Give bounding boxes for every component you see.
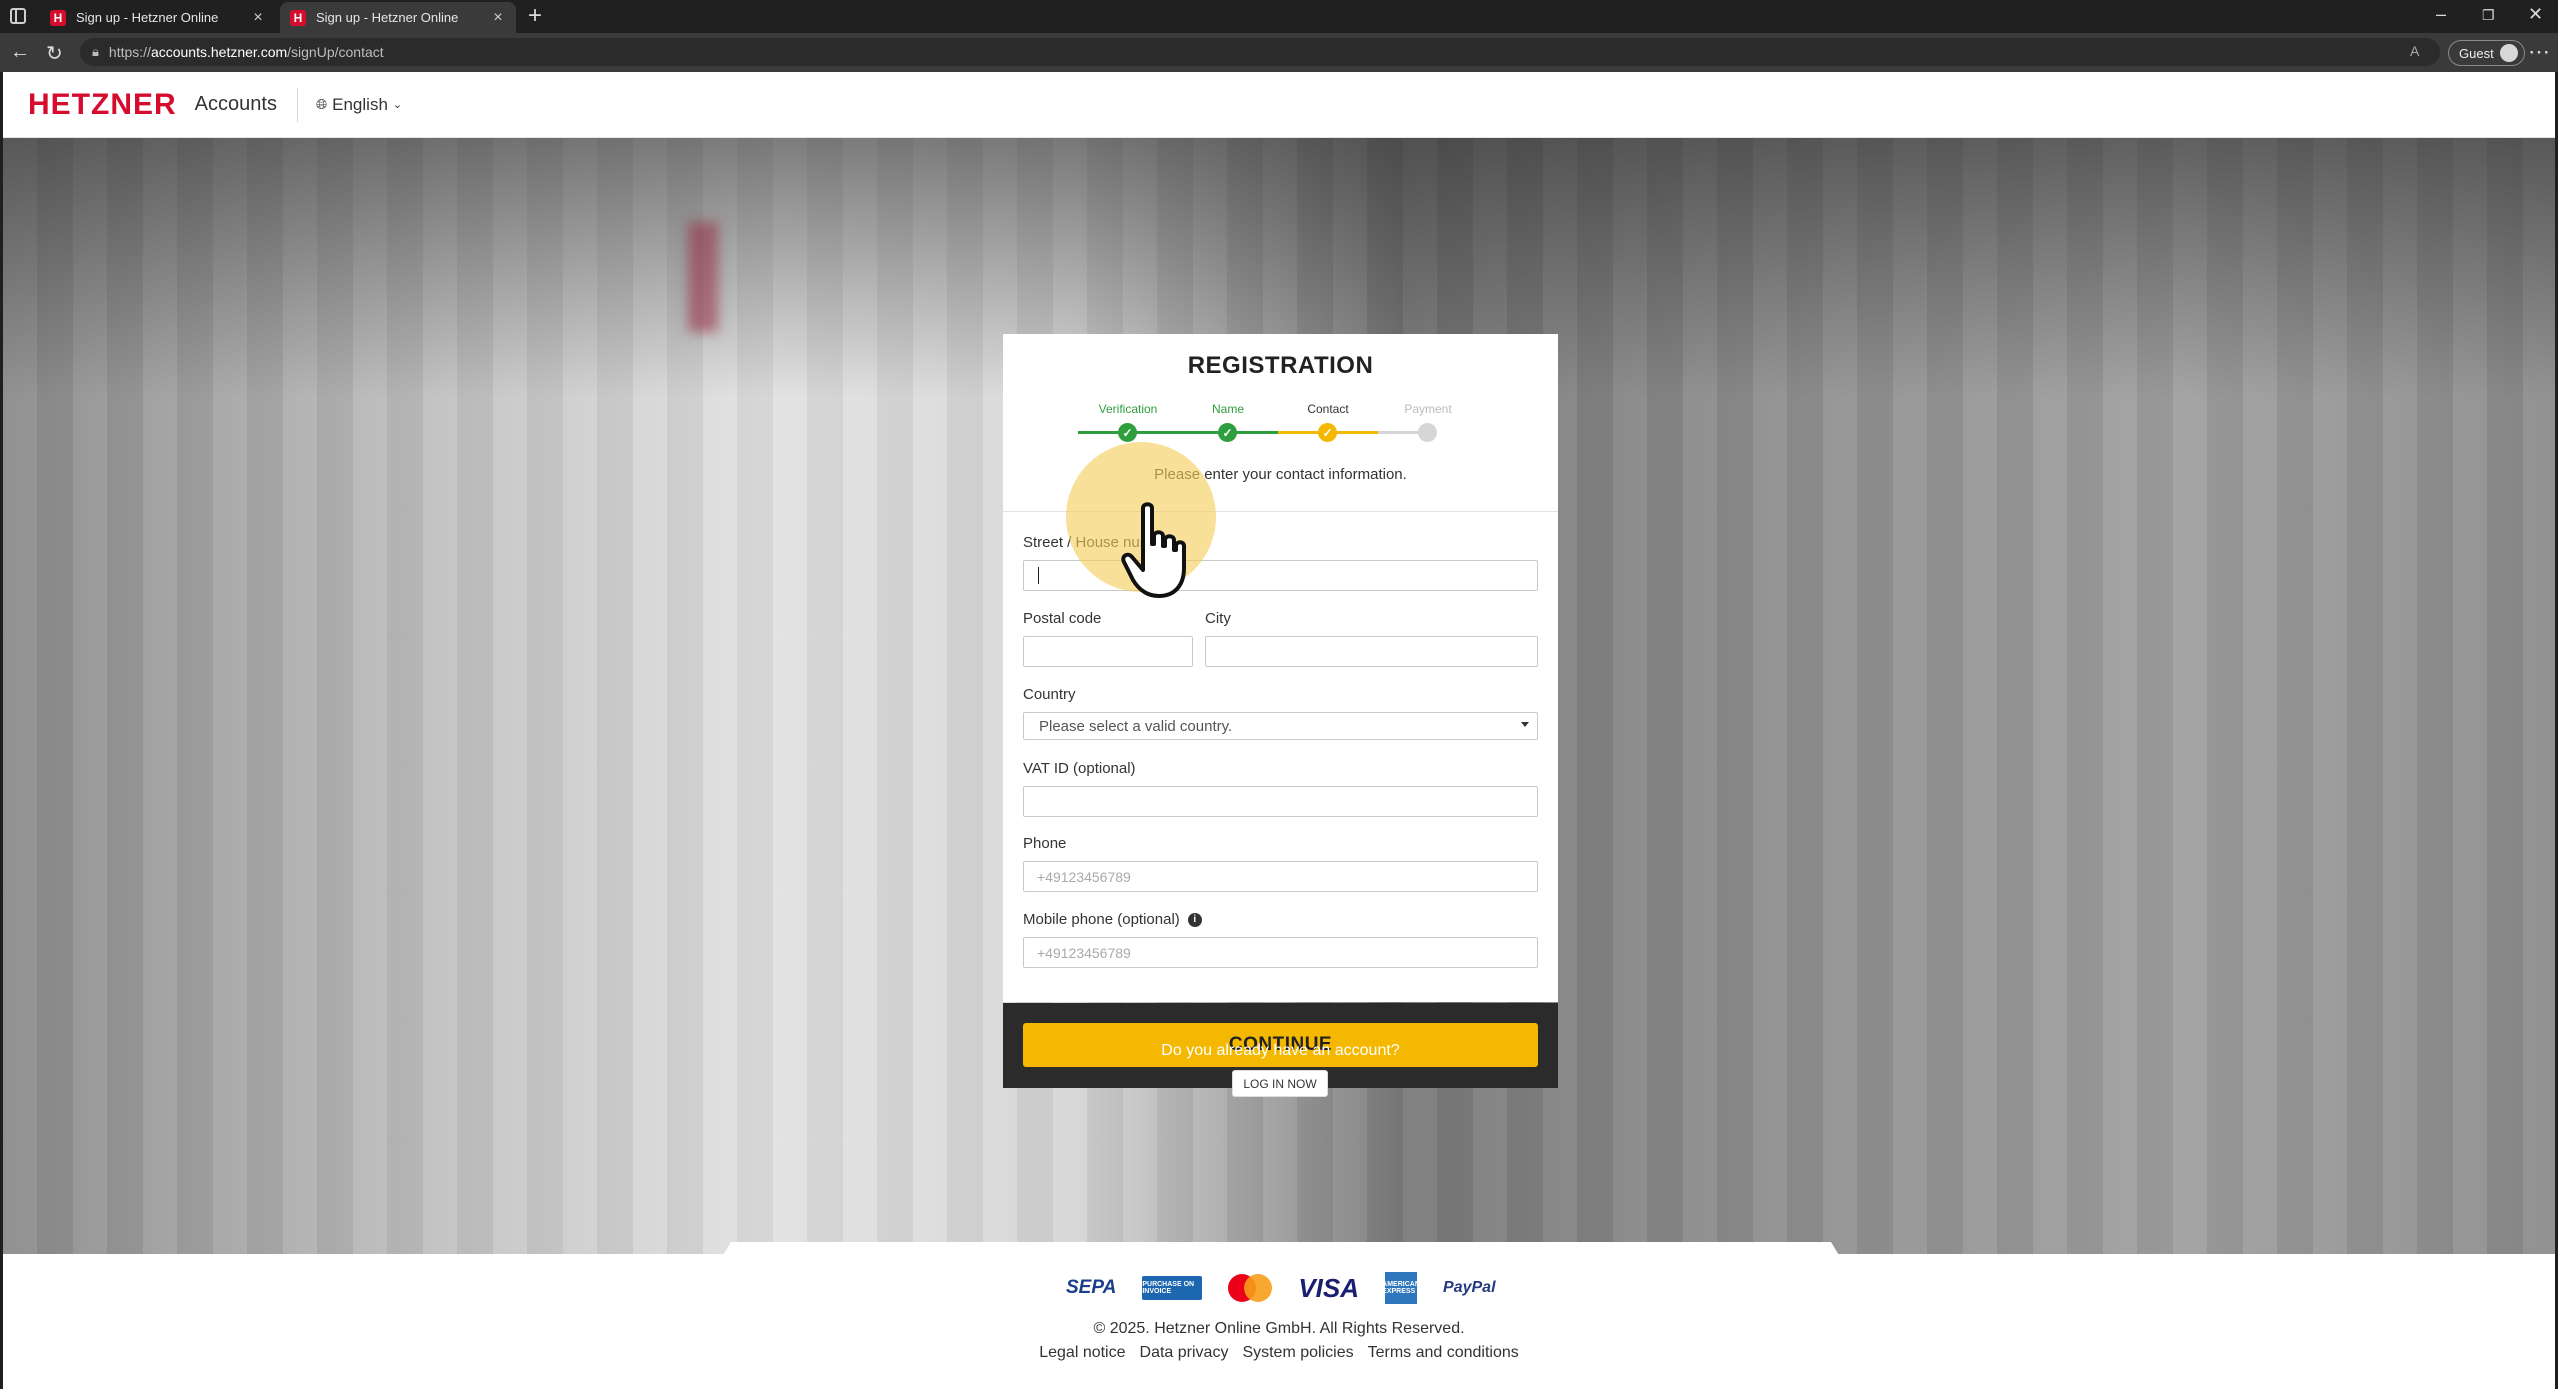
mastercard-logo bbox=[1228, 1274, 1273, 1302]
close-tab-icon[interactable]: × bbox=[250, 9, 266, 27]
browser-tab-active[interactable]: H Sign up - Hetzner Online × bbox=[280, 2, 516, 33]
american-express-logo: AMERICAN EXPRESS bbox=[1382, 1272, 1420, 1304]
registration-card: REGISTRATION Verification Name Contact P… bbox=[1003, 334, 1558, 1088]
hetzner-favicon-icon: H bbox=[50, 9, 66, 26]
profile-button[interactable]: Guest bbox=[2448, 40, 2525, 66]
footer-links: Legal notice Data privacy System policie… bbox=[3, 1344, 2555, 1362]
browser-tab[interactable]: H Sign up - Hetzner Online × bbox=[40, 2, 276, 33]
browser-tab-bar: H Sign up - Hetzner Online × H Sign up -… bbox=[0, 0, 2558, 33]
caret-down-icon bbox=[1521, 722, 1529, 727]
profile-label: Guest bbox=[2459, 45, 2494, 61]
avatar bbox=[2499, 44, 2518, 62]
visa-logo: VISA bbox=[1298, 1272, 1360, 1303]
address-bar-row: ← ↻ 🔒︎ https://accounts.hetzner.com/sign… bbox=[0, 33, 2558, 72]
globe-icon: 🌐︎ bbox=[315, 96, 328, 112]
chevron-down-icon: ⌄ bbox=[392, 99, 403, 111]
mobile-phone-input[interactable] bbox=[1023, 937, 1538, 968]
minimize-icon[interactable]: – bbox=[2436, 4, 2446, 25]
check-icon: ✓ bbox=[1218, 423, 1237, 442]
language-label: English bbox=[332, 94, 388, 114]
step-label-name: Name bbox=[1211, 402, 1244, 416]
hand-pointer-cursor-icon bbox=[1121, 502, 1186, 598]
mobile-phone-label-row: Mobile phone (optional) i bbox=[1023, 911, 1202, 928]
footer-notch bbox=[719, 1242, 1843, 1262]
country-label: Country bbox=[1023, 686, 1076, 703]
language-selector[interactable]: 🌐︎ English ⌄ bbox=[316, 95, 402, 115]
step-label-verification: Verification bbox=[1098, 402, 1158, 416]
country-select[interactable]: Please select a valid country. bbox=[1023, 712, 1538, 740]
restore-icon[interactable]: ❐ bbox=[2482, 7, 2495, 24]
sepa-logo: SEPA bbox=[1066, 1277, 1117, 1298]
vat-id-label: VAT ID (optional) bbox=[1023, 760, 1136, 777]
country-selected-value: Please select a valid country. bbox=[1039, 717, 1233, 735]
read-aloud-icon[interactable]: A bbox=[2410, 43, 2419, 59]
url-text: https://accounts.hetzner.com/signUp/cont… bbox=[108, 44, 384, 60]
log-in-now-button[interactable]: LOG IN NOW bbox=[1232, 1070, 1328, 1097]
tab-title: Sign up - Hetzner Online bbox=[76, 10, 219, 25]
city-label: City bbox=[1205, 610, 1231, 627]
tab-title: Sign up - Hetzner Online bbox=[316, 10, 459, 25]
step-pending-dot bbox=[1418, 423, 1437, 442]
system-policies-link[interactable]: System policies bbox=[1242, 1344, 1353, 1362]
paypal-logo: PayPal bbox=[1443, 1279, 1496, 1296]
check-icon: ✓ bbox=[1118, 423, 1137, 442]
terms-and-conditions-link[interactable]: Terms and conditions bbox=[1368, 1344, 1519, 1362]
reload-icon[interactable]: ↻ bbox=[46, 41, 63, 66]
legal-notice-link[interactable]: Legal notice bbox=[1039, 1344, 1125, 1362]
header-divider bbox=[296, 87, 298, 122]
info-icon[interactable]: i bbox=[1187, 913, 1202, 928]
phone-label: Phone bbox=[1023, 835, 1067, 852]
back-icon[interactable]: ← bbox=[10, 41, 30, 64]
phone-input[interactable] bbox=[1023, 861, 1538, 892]
purchase-on-invoice-logo: PURCHASE ON INVOICE bbox=[1142, 1276, 1203, 1300]
city-input[interactable] bbox=[1205, 636, 1538, 667]
close-tab-icon[interactable]: × bbox=[490, 9, 506, 27]
background-rack-light bbox=[688, 222, 718, 332]
text-cursor bbox=[1038, 567, 1039, 584]
step-label-payment: Payment bbox=[1404, 402, 1452, 416]
vat-id-input[interactable] bbox=[1023, 786, 1538, 817]
registration-title: REGISTRATION bbox=[1187, 352, 1374, 379]
check-icon: ✓ bbox=[1318, 423, 1337, 442]
mobile-phone-label: Mobile phone (optional) bbox=[1023, 911, 1180, 928]
hetzner-favicon-icon: H bbox=[290, 9, 306, 26]
site-header: HETZNER Accounts 🌐︎ English ⌄ bbox=[3, 72, 2555, 138]
payment-methods: SEPA PURCHASE ON INVOICE VISA AMERICAN E… bbox=[1066, 1272, 1496, 1304]
copyright-text: © 2025. Hetzner Online GmbH. All Rights … bbox=[1093, 1320, 1465, 1337]
postal-code-input[interactable] bbox=[1023, 636, 1193, 667]
more-options-icon[interactable]: ⋯ bbox=[2528, 39, 2550, 65]
hetzner-logo[interactable]: HETZNER bbox=[28, 88, 177, 122]
postal-code-label: Postal code bbox=[1023, 610, 1102, 627]
new-tab-icon[interactable]: + bbox=[528, 4, 542, 28]
close-window-icon[interactable]: ✕ bbox=[2528, 4, 2543, 25]
app-name: Accounts bbox=[194, 93, 277, 115]
already-account-text: Do you already have an account? bbox=[1161, 1042, 1400, 1059]
step-label-contact: Contact bbox=[1307, 402, 1349, 416]
lock-icon: 🔒︎ bbox=[92, 44, 99, 59]
sidebar-toggle-icon[interactable] bbox=[10, 8, 26, 24]
web-page: HETZNER Accounts 🌐︎ English ⌄ REGISTRATI… bbox=[3, 72, 2555, 1389]
data-privacy-link[interactable]: Data privacy bbox=[1140, 1344, 1229, 1362]
url-field[interactable]: 🔒︎ https://accounts.hetzner.com/signUp/c… bbox=[80, 38, 2440, 66]
